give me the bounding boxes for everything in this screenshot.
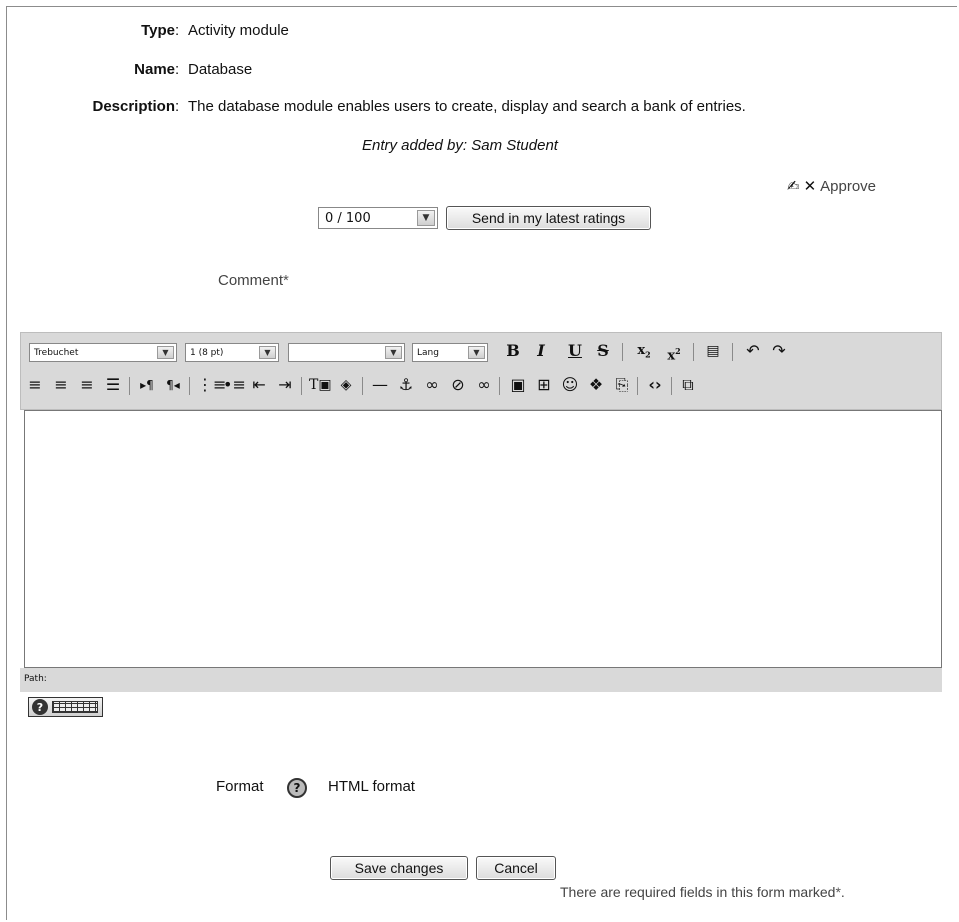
keyboard-icon	[52, 701, 98, 713]
chevron-down-icon[interactable]: ▼	[417, 210, 435, 226]
superscript-icon[interactable]: x2	[663, 341, 685, 366]
toolbar-separator	[671, 377, 672, 395]
insert-image-icon[interactable]: ▣	[507, 375, 529, 395]
description-colon: :	[175, 98, 180, 115]
align-justify-icon[interactable]: ☰	[103, 375, 123, 395]
cancel-button[interactable]: Cancel	[476, 856, 556, 880]
chevron-down-icon[interactable]: ▼	[157, 346, 174, 359]
save-changes-button[interactable]: Save changes	[330, 856, 468, 880]
strikethrough-icon[interactable]: S	[594, 341, 612, 361]
background-color-icon[interactable]: ◈	[335, 375, 357, 395]
comment-label: Comment*	[218, 272, 289, 289]
chevron-down-icon[interactable]: ▼	[468, 346, 485, 359]
format-label: Format	[216, 778, 264, 795]
redo-icon[interactable]: ↷	[769, 341, 789, 361]
subscript-icon[interactable]: x2	[633, 341, 655, 365]
help-icon: ?	[32, 699, 48, 715]
name-value: Database	[188, 61, 253, 78]
chevron-down-icon[interactable]: ▼	[385, 346, 402, 359]
chevron-down-icon[interactable]: ▼	[259, 346, 276, 359]
align-right-icon[interactable]: ≡	[77, 375, 97, 395]
format-value: HTML format	[328, 778, 415, 795]
rtl-icon[interactable]: ¶◂	[163, 375, 183, 395]
fullscreen-icon[interactable]: ⧉	[677, 375, 699, 395]
text-color-icon[interactable]: T▣	[309, 375, 332, 395]
italic-icon[interactable]: I	[532, 341, 550, 361]
format-help-icon[interactable]: ?	[287, 778, 307, 798]
editor-path-bar: Path:	[20, 668, 942, 692]
toolbar-separator	[693, 343, 694, 361]
toolbar-separator	[499, 377, 500, 395]
smiley-icon[interactable]: ☺	[559, 375, 581, 395]
editor-help-button[interactable]: ?	[28, 697, 103, 717]
special-char-icon[interactable]: ❖	[585, 375, 607, 395]
underline-icon[interactable]: U	[566, 341, 584, 361]
align-center-icon[interactable]: ≡	[51, 375, 71, 395]
indent-icon[interactable]: ⇥	[275, 375, 295, 395]
toolbar-separator	[362, 377, 363, 395]
horizontal-rule-icon[interactable]: —	[369, 375, 391, 395]
font-family-select[interactable]: Trebuchet ▼	[29, 343, 177, 362]
required-fields-note: There are required fields in this form m…	[560, 884, 845, 900]
insert-table-icon[interactable]: ⊞	[533, 375, 555, 395]
outdent-icon[interactable]: ⇤	[249, 375, 269, 395]
approve-link[interactable]: Approve	[820, 178, 876, 195]
heading-select[interactable]: ▼	[288, 343, 405, 362]
description-value: The database module enables users to cre…	[188, 98, 746, 115]
font-size-select[interactable]: 1 (8 pt) ▼	[185, 343, 279, 362]
link-icon[interactable]: ∞	[421, 375, 443, 395]
name-colon: :	[175, 61, 180, 78]
undo-icon[interactable]: ↶	[743, 341, 763, 361]
bold-icon[interactable]: B	[504, 341, 522, 361]
comment-editor[interactable]	[24, 410, 942, 668]
name-label: Name	[134, 61, 175, 78]
required-star: *	[283, 272, 289, 289]
description-label: Description	[92, 98, 175, 115]
rating-select-value: 0 / 100	[325, 210, 371, 226]
html-source-icon[interactable]: ‹›	[643, 375, 667, 395]
editor-toolbar: Trebuchet ▼ 1 (8 pt) ▼ ▼ Lang ▼ B I U S …	[20, 332, 942, 410]
type-colon: :	[175, 22, 180, 39]
ordered-list-icon[interactable]: ⋮≡	[197, 375, 226, 395]
toolbar-separator	[189, 377, 190, 395]
edit-icon[interactable]: ✍	[787, 177, 800, 195]
entry-added-by: Entry added by: Sam Student	[362, 137, 558, 154]
ltr-icon[interactable]: ▸¶	[137, 375, 157, 395]
unordered-list-icon[interactable]: •≡	[223, 375, 246, 395]
toolbar-separator	[301, 377, 302, 395]
toolbar-separator	[129, 377, 130, 395]
delete-icon[interactable]: ✕	[804, 177, 817, 195]
unlink-icon[interactable]: ⊘	[447, 375, 469, 395]
clean-word-icon[interactable]: ▤	[702, 341, 724, 361]
type-label: Type	[141, 22, 175, 39]
type-value: Activity module	[188, 22, 289, 39]
search-replace-icon[interactable]: ⎘	[611, 375, 633, 395]
rating-select[interactable]: 0 / 100 ▼	[318, 207, 438, 229]
toolbar-separator	[732, 343, 733, 361]
nolink-icon[interactable]: ∞	[473, 375, 495, 395]
entry-actions: ✍ ✕ Approve	[787, 177, 876, 195]
lang-select[interactable]: Lang ▼	[412, 343, 488, 362]
toolbar-separator	[637, 377, 638, 395]
send-ratings-button[interactable]: Send in my latest ratings	[446, 206, 651, 230]
toolbar-separator	[622, 343, 623, 361]
anchor-icon[interactable]: ⚓	[395, 375, 417, 395]
align-left-icon[interactable]: ≡	[25, 375, 45, 395]
